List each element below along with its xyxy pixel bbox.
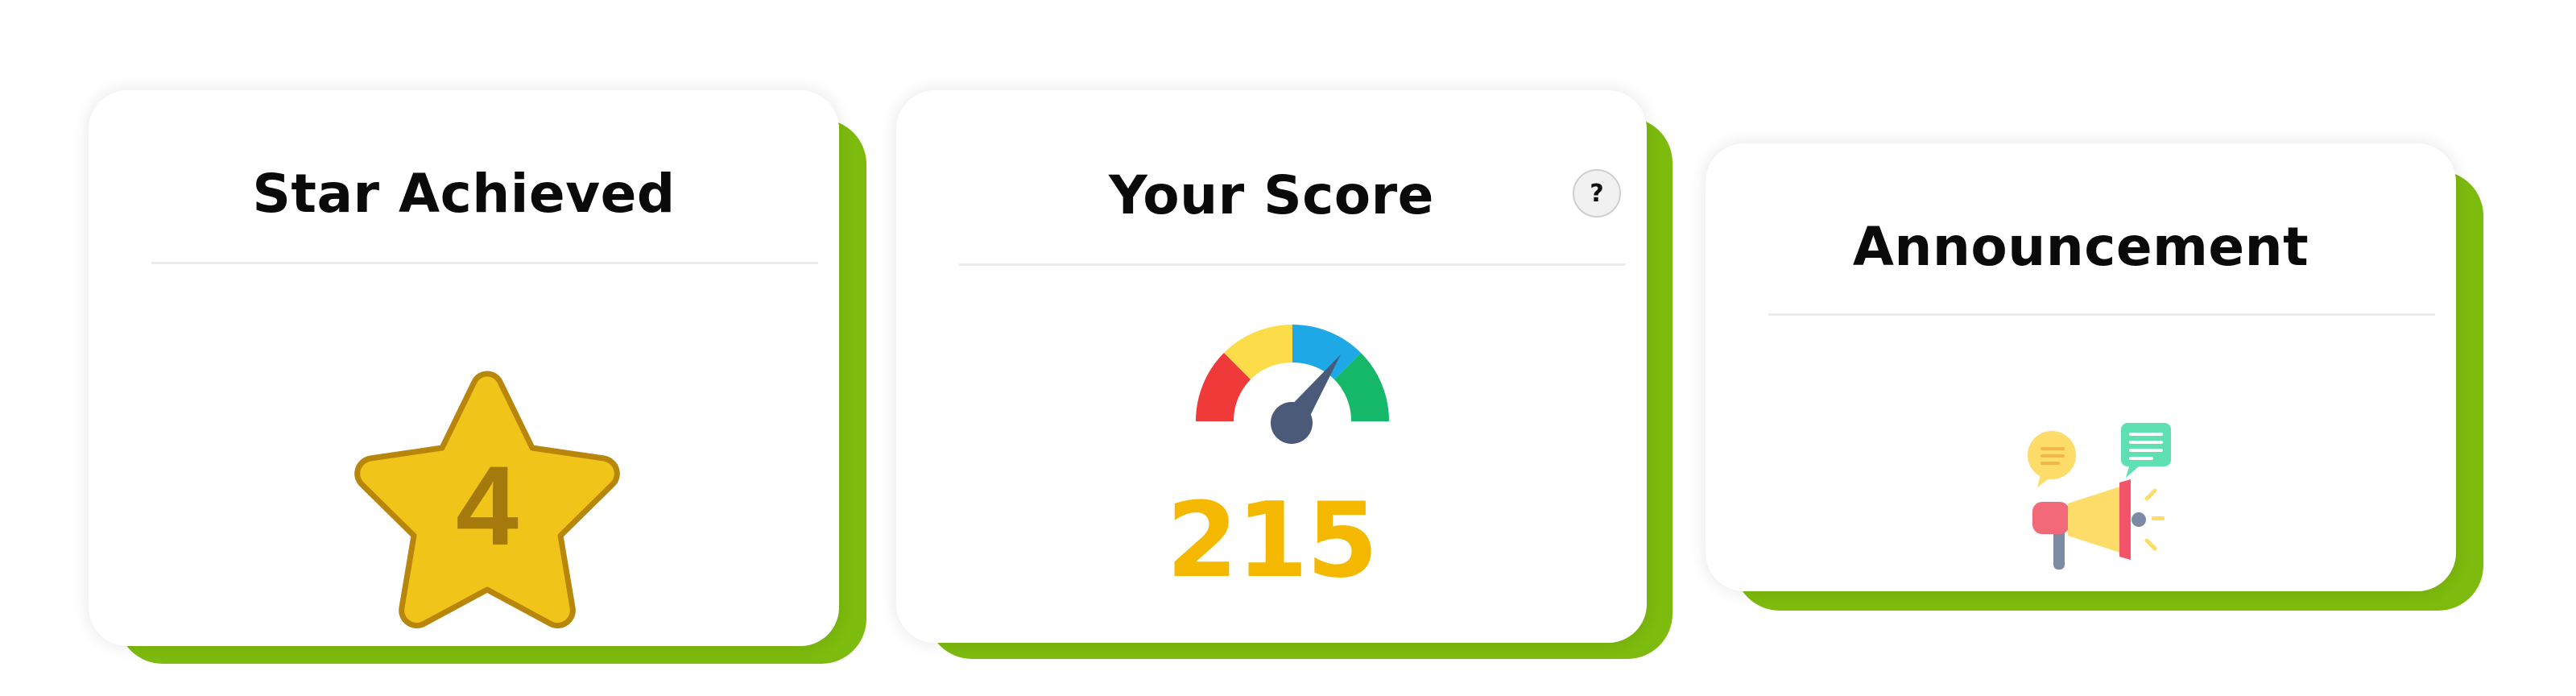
card-title: Your Score	[1109, 164, 1434, 226]
stars-count: 4	[456, 442, 519, 569]
card-body: Your Score ? 215	[896, 90, 1647, 643]
speedometer-icon	[1195, 324, 1390, 444]
help-button[interactable]: ?	[1573, 169, 1621, 218]
title-divider	[959, 263, 1626, 266]
card-body: Announcement	[1706, 143, 2456, 591]
title-divider	[151, 262, 818, 264]
card-title: Star Achieved	[252, 163, 676, 225]
question-icon: ?	[1590, 179, 1604, 208]
card-body: Star Achieved 4	[89, 90, 839, 646]
card-title: Announcement	[1852, 216, 2309, 278]
title-divider	[1768, 313, 2435, 316]
score-value: 215	[1166, 481, 1378, 601]
megaphone-icon[interactable]	[2026, 421, 2187, 574]
